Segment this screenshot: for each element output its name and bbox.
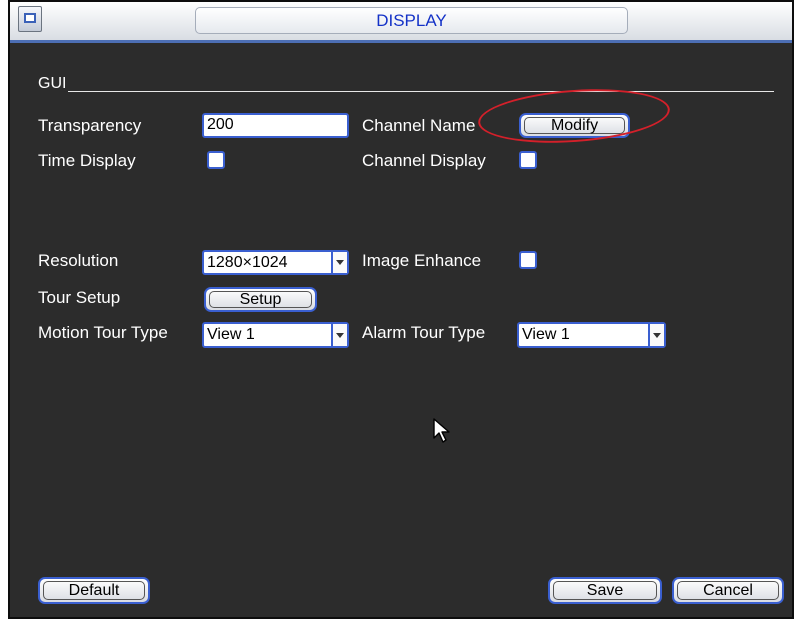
time-display-label: Time Display <box>38 151 136 170</box>
monitor-icon <box>18 6 42 32</box>
save-button-label: Save <box>586 582 624 599</box>
channel-display-label: Channel Display <box>362 151 486 170</box>
motion-tour-type-label: Motion Tour Type <box>38 323 168 342</box>
channel-display-checkbox[interactable] <box>519 151 537 169</box>
section-divider <box>68 91 774 92</box>
alarm-tour-type-label: Alarm Tour Type <box>362 323 486 342</box>
chevron-down-icon[interactable] <box>648 324 664 346</box>
cancel-button-label: Cancel <box>703 582 753 599</box>
alarm-tour-type-value: View 1 <box>522 326 570 343</box>
resolution-label: Resolution <box>38 251 119 270</box>
arrow-cursor-icon <box>433 418 450 443</box>
resolution-value: 1280×1024 <box>207 254 288 271</box>
motion-tour-type-value: View 1 <box>207 326 255 343</box>
gui-section-label: GUI <box>38 75 67 92</box>
gui-section-header: GUI <box>38 74 774 94</box>
chevron-down-icon[interactable] <box>331 252 347 273</box>
channel-name-label: Channel Name <box>362 116 476 135</box>
tour-setup-label: Tour Setup <box>38 288 121 307</box>
transparency-label: Transparency <box>38 116 142 135</box>
resolution-select[interactable]: 1280×1024 <box>202 250 349 275</box>
chevron-down-icon[interactable] <box>331 324 347 346</box>
alarm-tour-type-select[interactable]: View 1 <box>517 322 666 348</box>
title-bar: DISPLAY <box>10 2 792 43</box>
image-enhance-checkbox[interactable] <box>519 251 537 269</box>
window-title: DISPLAY <box>376 11 447 30</box>
save-button[interactable]: Save <box>548 577 662 604</box>
display-window: DISPLAY GUI Transparency 200 Channel Nam… <box>8 0 794 619</box>
image-enhance-label: Image Enhance <box>362 251 482 270</box>
modify-button-label: Modify <box>550 117 599 134</box>
time-display-checkbox[interactable] <box>207 151 225 169</box>
default-button-label: Default <box>68 582 120 599</box>
setup-button[interactable]: Setup <box>204 287 317 312</box>
transparency-input[interactable]: 200 <box>202 113 349 138</box>
setup-button-label: Setup <box>239 291 282 308</box>
motion-tour-type-select[interactable]: View 1 <box>202 322 349 348</box>
modify-button[interactable]: Modify <box>519 113 630 138</box>
default-button[interactable]: Default <box>38 577 150 604</box>
cancel-button[interactable]: Cancel <box>672 577 784 604</box>
